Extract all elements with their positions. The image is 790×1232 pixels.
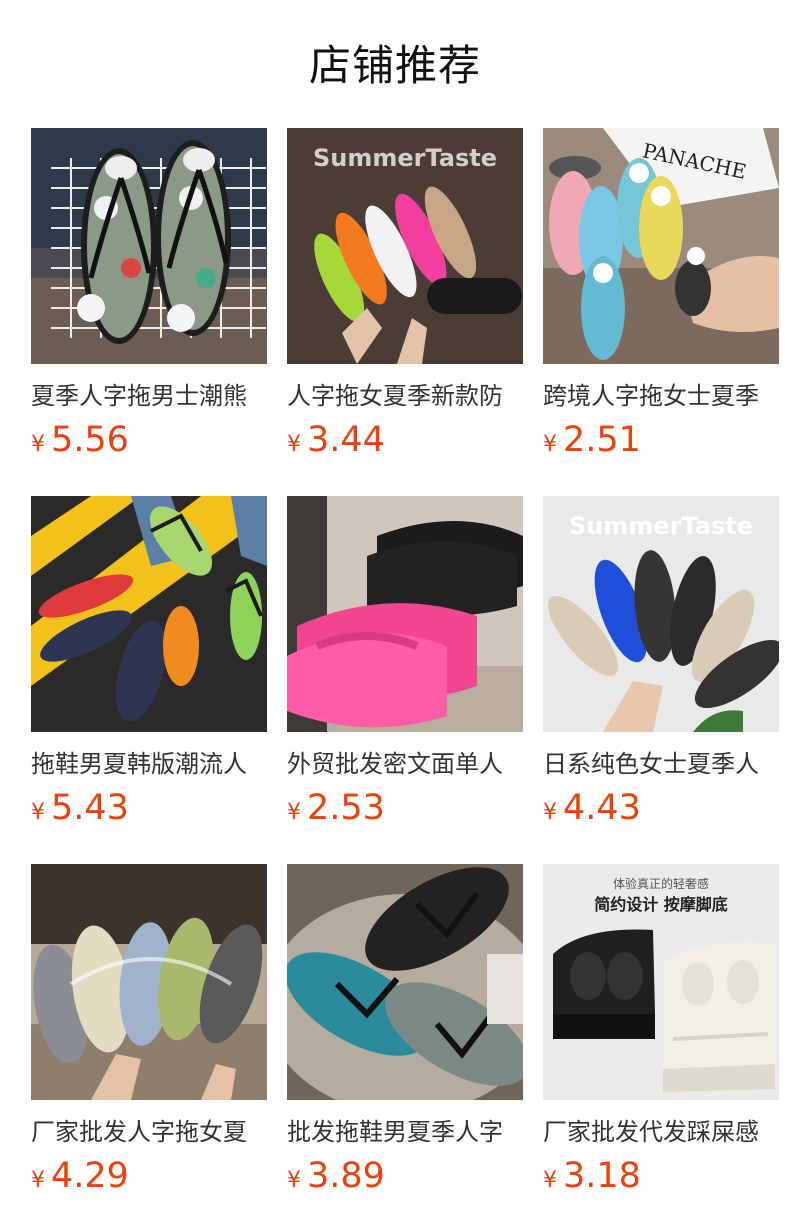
product-image[interactable] [31, 128, 267, 364]
currency-symbol: ¥ [543, 1168, 557, 1193]
product-name[interactable]: 跨境人字拖女士夏季 [543, 382, 779, 410]
product-name[interactable]: 人字拖女夏季新款防 [287, 382, 523, 410]
product-image[interactable]: 体验真正的轻奢感 简约设计 按摩脚底 [543, 864, 779, 1100]
product-price: ¥5.43 [31, 788, 267, 828]
product-grid: 夏季人字拖男士潮熊 ¥5.56 SummerTaste 人字拖女夏季新款防 ¥ … [31, 128, 779, 1232]
product-card[interactable]: SummerTaste 人字拖女夏季新款防 ¥3.44 [287, 128, 523, 496]
product-card[interactable]: 体验真正的轻奢感 简约设计 按摩脚底 厂家批发代发踩屎感 ¥3.18 [543, 864, 779, 1232]
image-headline: 简约设计 按摩脚底 [594, 895, 728, 914]
product-name[interactable]: 批发拖鞋男夏季人字 [287, 1118, 523, 1146]
price-value: 3.44 [307, 420, 385, 460]
price-value: 2.53 [307, 788, 385, 828]
image-tagline: 体验真正的轻奢感 [613, 876, 709, 891]
product-price: ¥5.56 [31, 420, 267, 460]
price-value: 3.18 [563, 1156, 641, 1196]
watermark-text: SummerTaste [569, 512, 753, 540]
product-image[interactable] [31, 496, 267, 732]
product-price: ¥3.89 [287, 1156, 523, 1196]
price-value: 2.51 [563, 420, 641, 460]
product-image[interactable]: SummerTaste [543, 496, 779, 732]
product-price: ¥2.51 [543, 420, 779, 460]
product-card[interactable]: 拖鞋男夏韩版潮流人 ¥5.43 [31, 496, 267, 864]
product-price: ¥4.29 [31, 1156, 267, 1196]
product-card[interactable]: PANACHE 跨境人字拖女士夏季 ¥2.51 [543, 128, 779, 496]
product-price: ¥3.18 [543, 1156, 779, 1196]
product-image[interactable] [287, 496, 523, 732]
product-price: ¥3.44 [287, 420, 523, 460]
currency-symbol: ¥ [31, 1168, 45, 1193]
product-card[interactable]: 外贸批发密文面单人 ¥2.53 [287, 496, 523, 864]
product-name[interactable]: 厂家批发人字拖女夏 [31, 1118, 267, 1146]
currency-symbol: ¥ [287, 800, 301, 825]
currency-symbol: ¥ [287, 1168, 301, 1193]
currency-symbol: ¥ [543, 432, 557, 457]
price-value: 5.43 [51, 788, 129, 828]
product-price: ¥4.43 [543, 788, 779, 828]
currency-symbol: ¥ [543, 800, 557, 825]
product-image[interactable]: SummerTaste [287, 128, 523, 364]
product-name[interactable]: 夏季人字拖男士潮熊 [31, 382, 267, 410]
currency-symbol: ¥ [31, 432, 45, 457]
product-card[interactable]: 批发拖鞋男夏季人字 ¥3.89 [287, 864, 523, 1232]
product-image[interactable] [31, 864, 267, 1100]
product-name[interactable]: 日系纯色女士夏季人 [543, 750, 779, 778]
price-value: 3.89 [307, 1156, 385, 1196]
product-card[interactable]: SummerTaste 日系纯色女士夏季人 ¥4.43 [543, 496, 779, 864]
price-value: 5.56 [51, 420, 129, 460]
product-card[interactable]: 夏季人字拖男士潮熊 ¥5.56 [31, 128, 267, 496]
price-value: 4.43 [563, 788, 641, 828]
product-card[interactable]: 厂家批发人字拖女夏 ¥4.29 [31, 864, 267, 1232]
section-title: 店铺推荐 [308, 41, 481, 90]
product-price: ¥2.53 [287, 788, 523, 828]
product-image[interactable]: PANACHE [543, 128, 779, 364]
product-image[interactable] [287, 864, 523, 1100]
product-name[interactable]: 外贸批发密文面单人 [287, 750, 523, 778]
currency-symbol: ¥ [287, 432, 301, 457]
price-value: 4.29 [51, 1156, 129, 1196]
product-name[interactable]: 厂家批发代发踩屎感 [543, 1118, 779, 1146]
currency-symbol: ¥ [31, 800, 45, 825]
product-name[interactable]: 拖鞋男夏韩版潮流人 [31, 750, 267, 778]
watermark-text: SummerTaste [313, 144, 497, 172]
